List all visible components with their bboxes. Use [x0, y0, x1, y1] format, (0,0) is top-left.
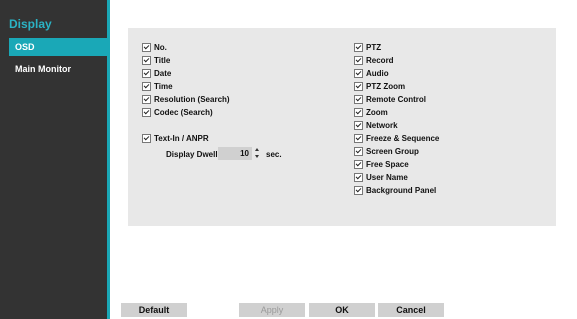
option-label: Free Space	[366, 159, 409, 169]
option-label: Title	[154, 55, 171, 65]
option-label: Text-In / ANPR	[154, 133, 209, 143]
option-codec-search[interactable]: Codec (Search)	[142, 106, 213, 118]
checkbox-checked-icon[interactable]	[354, 159, 363, 169]
option-ptz[interactable]: PTZ	[354, 41, 381, 53]
option-date[interactable]: Date	[142, 67, 171, 79]
checkbox-checked-icon[interactable]	[354, 107, 363, 117]
option-label: PTZ	[366, 42, 382, 52]
option-label: Background Panel	[366, 185, 437, 195]
option-label: Audio	[366, 68, 389, 78]
default-button[interactable]: Default	[121, 303, 187, 317]
option-no[interactable]: No.	[142, 41, 167, 53]
sidebar: Display OSD Main Monitor	[0, 0, 108, 319]
option-background-panel[interactable]: Background Panel	[354, 184, 436, 196]
checkbox-checked-icon[interactable]	[142, 68, 151, 78]
option-label: Network	[366, 120, 398, 130]
option-user-name[interactable]: User Name	[354, 171, 408, 183]
option-time[interactable]: Time	[142, 80, 173, 92]
checkbox-checked-icon[interactable]	[354, 81, 363, 91]
cancel-button[interactable]: Cancel	[378, 303, 444, 317]
option-label: Codec (Search)	[154, 107, 213, 117]
option-freeze-sequence[interactable]: Freeze & Sequence	[354, 132, 439, 144]
option-ptz-zoom[interactable]: PTZ Zoom	[354, 80, 405, 92]
option-label: Resolution (Search)	[154, 94, 230, 104]
option-label: Time	[154, 81, 173, 91]
option-audio[interactable]: Audio	[354, 67, 389, 79]
display-dwell-spinner[interactable]	[254, 146, 261, 160]
checkbox-checked-icon[interactable]	[354, 120, 363, 130]
option-network[interactable]: Network	[354, 119, 398, 131]
option-title[interactable]: Title	[142, 54, 170, 66]
checkbox-checked-icon[interactable]	[142, 107, 151, 117]
display-dwell-input[interactable]: 10	[218, 147, 252, 160]
checkbox-checked-icon[interactable]	[354, 55, 363, 65]
checkbox-checked-icon[interactable]	[142, 94, 151, 104]
checkbox-checked-icon[interactable]	[142, 133, 151, 143]
option-free-space[interactable]: Free Space	[354, 158, 409, 170]
option-zoom[interactable]: Zoom	[354, 106, 388, 118]
ok-button[interactable]: OK	[309, 303, 375, 317]
checkbox-checked-icon[interactable]	[142, 81, 151, 91]
checkbox-checked-icon[interactable]	[354, 133, 363, 143]
display-dwell-label: Display Dwell	[166, 150, 218, 159]
checkbox-checked-icon[interactable]	[354, 42, 363, 52]
checkbox-checked-icon[interactable]	[142, 42, 151, 52]
option-label: PTZ Zoom	[366, 81, 406, 91]
spin-down-icon[interactable]	[255, 155, 259, 158]
option-screen-group[interactable]: Screen Group	[354, 145, 419, 157]
option-text-in-anpr[interactable]: Text-In / ANPR	[142, 132, 209, 144]
osd-options-panel	[128, 28, 556, 226]
checkbox-checked-icon[interactable]	[354, 146, 363, 156]
option-label: Record	[366, 55, 394, 65]
option-label: Zoom	[366, 107, 388, 117]
option-label: No.	[154, 42, 167, 52]
option-label: Screen Group	[366, 146, 419, 156]
sidebar-item-main-monitor[interactable]: Main Monitor	[9, 60, 108, 78]
option-label: Freeze & Sequence	[366, 133, 440, 143]
checkbox-checked-icon[interactable]	[354, 172, 363, 182]
sidebar-item-osd[interactable]: OSD	[9, 38, 108, 56]
checkbox-checked-icon[interactable]	[142, 55, 151, 65]
sidebar-divider	[107, 0, 110, 319]
option-label: Remote Control	[366, 94, 426, 104]
display-dwell-unit: sec.	[266, 150, 282, 159]
option-remote-control[interactable]: Remote Control	[354, 93, 426, 105]
apply-button[interactable]: Apply	[239, 303, 305, 317]
checkbox-checked-icon[interactable]	[354, 185, 363, 195]
spin-up-icon[interactable]	[255, 148, 259, 151]
sidebar-title: Display	[9, 17, 52, 31]
checkbox-checked-icon[interactable]	[354, 68, 363, 78]
option-label: Date	[154, 68, 172, 78]
option-resolution-search[interactable]: Resolution (Search)	[142, 93, 230, 105]
option-label: User Name	[366, 172, 408, 182]
option-record[interactable]: Record	[354, 54, 394, 66]
checkbox-checked-icon[interactable]	[354, 94, 363, 104]
